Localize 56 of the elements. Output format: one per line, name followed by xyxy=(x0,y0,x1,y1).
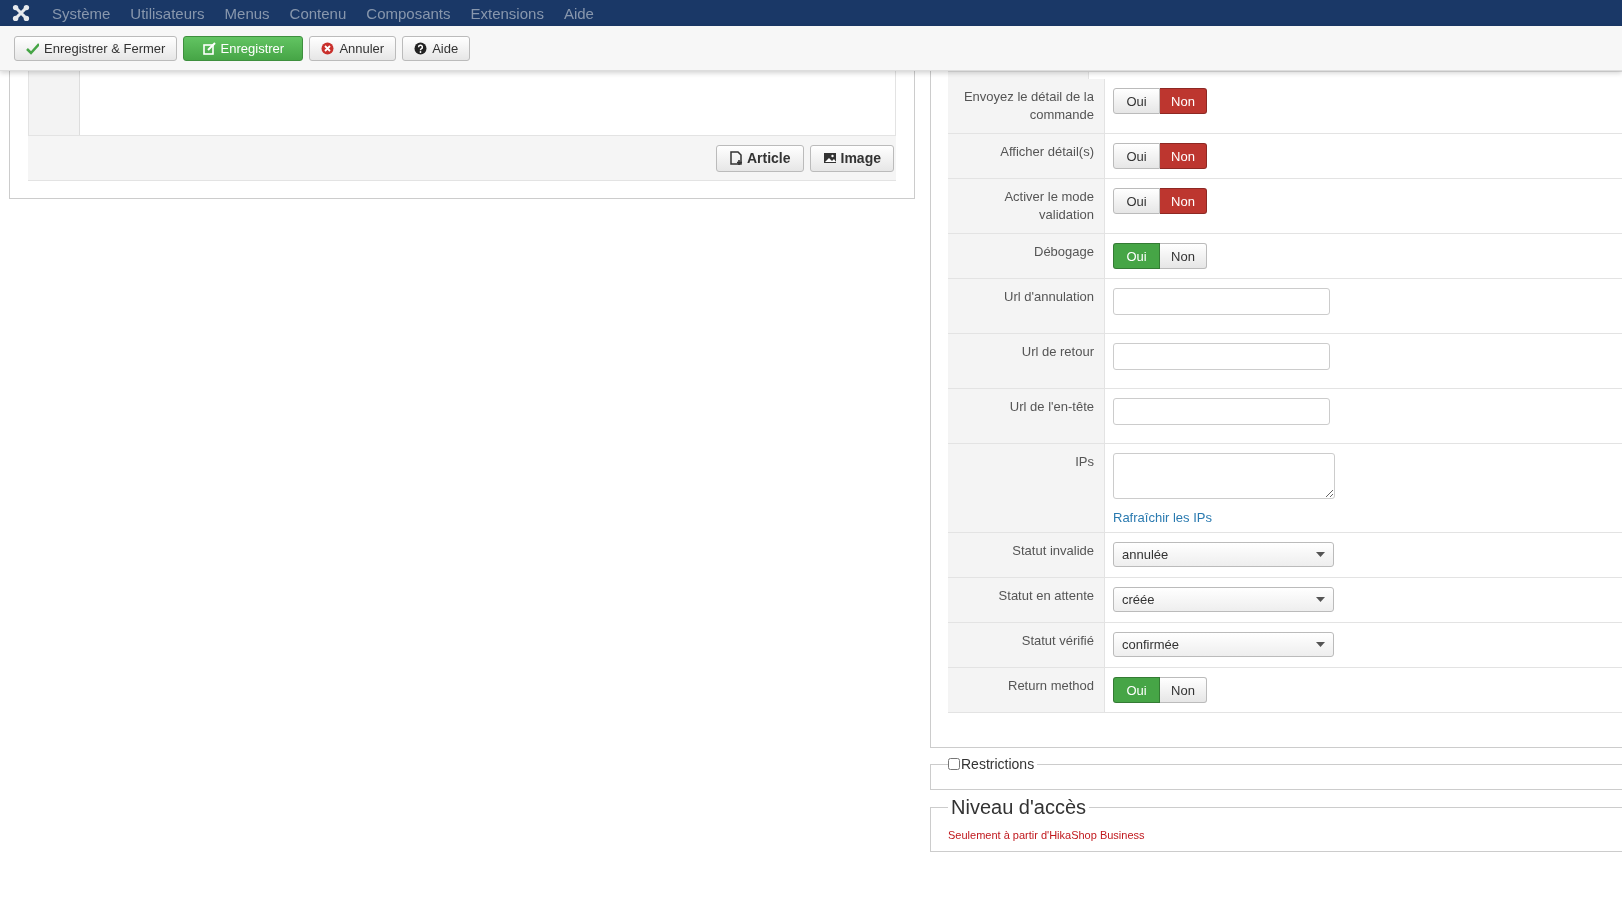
restrictions-checkbox[interactable] xyxy=(948,758,960,770)
picture-icon xyxy=(822,151,837,165)
caret-icon xyxy=(1316,552,1325,557)
field-label: Débogage xyxy=(948,234,1105,278)
toggle-option[interactable]: Non xyxy=(1160,677,1207,703)
menu-item[interactable]: Extensions xyxy=(460,4,554,22)
field-label: Envoyez le détail de la commande xyxy=(948,79,1105,133)
restrictions-label: Restrictions xyxy=(961,756,1035,772)
refresh-link[interactable]: Rafraîchir les IPs xyxy=(1113,510,1212,525)
toggle-option[interactable]: Oui xyxy=(1113,88,1160,114)
menu-item[interactable]: Utilisateurs xyxy=(120,4,215,22)
field-label: Url de l'en-tête xyxy=(948,389,1105,443)
text-area[interactable] xyxy=(1113,453,1335,499)
toggle-option[interactable]: Non xyxy=(1160,243,1207,269)
toggle-option[interactable]: Non xyxy=(1160,188,1207,214)
menu-item[interactable]: Composants xyxy=(356,4,461,22)
menu-item[interactable]: Contenu xyxy=(279,4,357,22)
edit-icon xyxy=(202,41,216,55)
text-field[interactable] xyxy=(1113,398,1330,425)
dropdown[interactable]: annulée xyxy=(1113,542,1334,567)
field-label: Statut invalide xyxy=(948,533,1105,577)
field-label: Statut vérifié xyxy=(948,623,1105,667)
field-label: Statut en attente xyxy=(948,578,1105,622)
help-button[interactable]: Aide xyxy=(402,35,471,61)
document-plus-icon xyxy=(728,151,743,165)
menu-item[interactable]: Aide xyxy=(553,4,604,22)
toggle-option[interactable]: Non xyxy=(1160,143,1207,169)
caret-icon xyxy=(1316,642,1325,647)
toggle-option[interactable]: Oui xyxy=(1113,143,1160,169)
access-title: Niveau d'accès xyxy=(950,796,1087,819)
cancel-button[interactable]: Annuler xyxy=(309,35,397,61)
check-icon xyxy=(26,41,39,55)
toggle-option[interactable]: Oui xyxy=(1113,188,1160,214)
menu-item[interactable]: Menus xyxy=(214,4,280,22)
dropdown[interactable]: créée xyxy=(1113,587,1334,612)
caret-icon xyxy=(1316,597,1325,602)
save-close-button[interactable]: Enregistrer & Fermer xyxy=(14,35,178,61)
toggle-option[interactable]: Oui xyxy=(1113,243,1160,269)
access-note: Seulement à partir d'HikaShop Business xyxy=(948,829,1145,841)
help-icon xyxy=(414,41,428,55)
toggle-option[interactable]: Oui xyxy=(1113,677,1160,703)
field-label: Return method xyxy=(948,668,1105,712)
insert-image-button[interactable]: Image xyxy=(809,144,894,172)
field-label: Url d'annulation xyxy=(948,279,1105,333)
field-label: Afficher détail(s) xyxy=(948,134,1105,178)
text-field[interactable] xyxy=(1113,343,1330,370)
field-label: Activer le mode validation xyxy=(948,179,1105,233)
field-label: Url de retour xyxy=(948,334,1105,388)
toggle-option[interactable]: Non xyxy=(1160,88,1207,114)
field-label: IPs xyxy=(948,444,1105,532)
insert-article-button[interactable]: Article xyxy=(715,144,804,172)
dropdown[interactable]: confirmée xyxy=(1113,632,1334,657)
logo-icon[interactable] xyxy=(12,4,30,22)
menu-item[interactable]: Système xyxy=(42,4,121,22)
cancel-icon xyxy=(321,41,335,55)
text-field[interactable] xyxy=(1113,288,1330,315)
